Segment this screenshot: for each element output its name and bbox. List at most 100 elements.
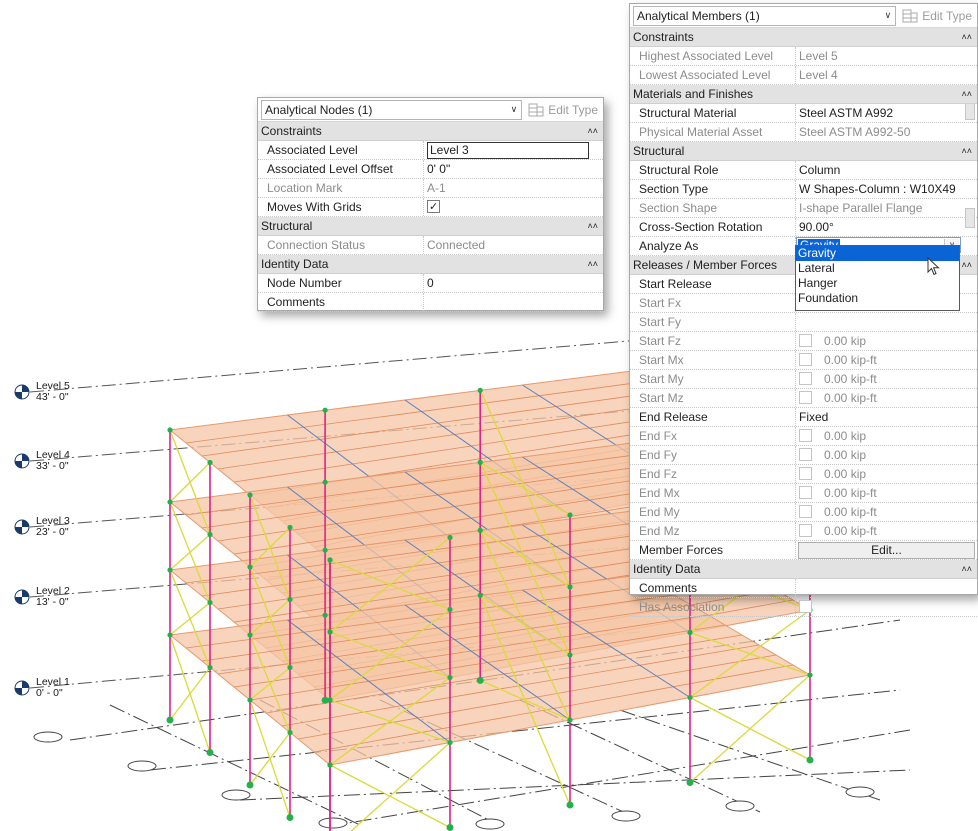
row-section-type[interactable]: Section Type W Shapes-Column : W10X49 bbox=[630, 180, 977, 199]
section-title: Constraints bbox=[633, 30, 694, 44]
option-hanger[interactable]: Hanger bbox=[796, 276, 959, 291]
level-head-fill bbox=[15, 688, 22, 695]
node-marker bbox=[247, 632, 253, 638]
cross-section-rotation-value[interactable]: 90.00° bbox=[796, 218, 977, 236]
row-label: Comments bbox=[630, 579, 796, 597]
associated-level-value[interactable]: Level 3 bbox=[427, 142, 589, 159]
option-foundation[interactable]: Foundation bbox=[796, 291, 959, 306]
base-node bbox=[166, 716, 174, 724]
row-label: End Mx bbox=[630, 484, 796, 502]
node-marker bbox=[322, 612, 328, 618]
edit-type-button[interactable]: Edit Type bbox=[900, 8, 974, 24]
section-constraints[interactable]: Constraints ˄˄ bbox=[630, 28, 977, 47]
row-label: Comments bbox=[258, 293, 424, 311]
row-associated-level-offset[interactable]: Associated Level Offset 0' 0" bbox=[258, 160, 603, 179]
row-location-mark: Location Mark A-1 bbox=[258, 179, 603, 198]
row-label: Start Fx bbox=[630, 294, 796, 312]
start-fz-value: 0.00 kip bbox=[824, 334, 867, 348]
brace-line bbox=[169, 534, 211, 571]
type-selector[interactable]: Analytical Members (1) ∨ bbox=[633, 5, 897, 26]
type-selector-label: Analytical Nodes (1) bbox=[265, 102, 373, 117]
row-label: Structural Material bbox=[630, 104, 796, 122]
base-node bbox=[286, 814, 294, 821]
base-node bbox=[566, 801, 574, 809]
node-marker bbox=[477, 459, 483, 465]
level-elevation: 0' - 0" bbox=[36, 687, 63, 699]
section-structural[interactable]: Structural ˄˄ bbox=[630, 142, 977, 161]
end-mx-value: 0.00 kip-ft bbox=[824, 486, 877, 500]
end-fz-checkbox bbox=[799, 466, 812, 480]
row-member-forces[interactable]: Member Forces Edit... bbox=[630, 541, 977, 560]
section-constraints[interactable]: Constraints ˄˄ bbox=[258, 122, 603, 141]
section-identity-data[interactable]: Identity Data ˄˄ bbox=[258, 255, 603, 274]
row-moves-with-grids[interactable]: Moves With Grids ✓ bbox=[258, 198, 603, 217]
section-title: Identity Data bbox=[261, 257, 329, 271]
row-comments[interactable]: Comments bbox=[258, 293, 603, 312]
collapse-icon[interactable]: ˄˄ bbox=[587, 255, 598, 273]
node-marker bbox=[287, 729, 293, 736]
row-label: Section Shape bbox=[630, 199, 796, 217]
comments-field[interactable] bbox=[796, 579, 977, 597]
row-label: Start Fy bbox=[630, 313, 796, 331]
collapse-icon[interactable]: ˄˄ bbox=[961, 256, 972, 274]
row-associated-level[interactable]: Associated Level Level 3 bbox=[258, 141, 603, 160]
row-label: Connection Status bbox=[258, 236, 424, 254]
row-start-fy: Start Fy bbox=[630, 313, 977, 332]
start-mx-value: 0.00 kip-ft bbox=[824, 353, 877, 367]
end-fx-value: 0.00 kip bbox=[824, 429, 867, 443]
end-fy-checkbox bbox=[799, 447, 812, 461]
chevron-down-icon: ∨ bbox=[884, 10, 892, 20]
node-marker bbox=[247, 564, 253, 570]
collapse-icon[interactable]: ˄˄ bbox=[587, 217, 598, 235]
end-mz-checkbox bbox=[799, 523, 812, 537]
checkmark-icon: ✓ bbox=[429, 201, 439, 214]
row-label: Has Association bbox=[630, 598, 796, 616]
level-head-fill bbox=[22, 454, 29, 461]
node-marker bbox=[447, 534, 453, 541]
section-identity-data[interactable]: Identity Data ˄˄ bbox=[630, 560, 977, 579]
node-number-value[interactable]: 0 bbox=[424, 274, 603, 292]
end-fx-checkbox bbox=[799, 428, 812, 442]
row-comments[interactable]: Comments bbox=[630, 579, 977, 598]
associated-level-offset-value[interactable]: 0' 0" bbox=[424, 160, 603, 178]
section-type-value[interactable]: W Shapes-Column : W10X49 bbox=[796, 180, 977, 198]
section-materials-and-finishes[interactable]: Materials and Finishes ˄˄ bbox=[630, 85, 977, 104]
row-end-release[interactable]: End Release Fixed bbox=[630, 408, 977, 427]
edit-type-button[interactable]: Edit Type bbox=[526, 102, 600, 118]
level-head-fill bbox=[22, 590, 29, 597]
structural-material-value[interactable]: Steel ASTM A992 bbox=[796, 104, 977, 122]
collapse-icon[interactable]: ˄˄ bbox=[587, 122, 598, 140]
collapse-icon[interactable]: ˄˄ bbox=[961, 142, 972, 160]
lowest-level-value: Level 4 bbox=[799, 68, 838, 82]
associated-level-field[interactable]: Level 3 bbox=[424, 141, 603, 159]
row-start-my: Start My 0.00 kip-ft bbox=[630, 370, 977, 389]
row-end-fy: End Fy 0.00 kip bbox=[630, 446, 977, 465]
node-marker bbox=[477, 387, 483, 393]
type-selector[interactable]: Analytical Nodes (1) ∨ bbox=[261, 99, 523, 120]
section-structural[interactable]: Structural ˄˄ bbox=[258, 217, 603, 236]
row-node-number[interactable]: Node Number 0 bbox=[258, 274, 603, 293]
row-label: Highest Associated Level bbox=[630, 47, 796, 65]
comments-field[interactable] bbox=[424, 293, 603, 311]
collapse-icon[interactable]: ˄˄ bbox=[961, 560, 972, 578]
node-marker bbox=[287, 664, 293, 671]
level-head-fill bbox=[22, 520, 29, 527]
edit-type-label: Edit Type bbox=[548, 102, 598, 117]
end-release-value[interactable]: Fixed bbox=[796, 408, 977, 426]
row-structural-material[interactable]: Structural Material Steel ASTM A992 bbox=[630, 104, 977, 123]
row-end-mz: End Mz 0.00 kip-ft bbox=[630, 522, 977, 541]
section-shape-value: I-shape Parallel Flange bbox=[799, 201, 923, 215]
row-cross-section-rotation[interactable]: Cross-Section Rotation 90.00° bbox=[630, 218, 977, 237]
moves-with-grids-checkbox[interactable]: ✓ bbox=[427, 200, 440, 214]
row-structural-role[interactable]: Structural Role Column bbox=[630, 161, 977, 180]
member-forces-edit-button[interactable]: Edit... bbox=[798, 542, 975, 559]
collapse-icon[interactable]: ˄˄ bbox=[961, 85, 972, 103]
node-marker bbox=[447, 674, 453, 681]
row-start-mz: Start Mz 0.00 kip-ft bbox=[630, 389, 977, 408]
edit-type-label: Edit Type bbox=[922, 8, 972, 23]
row-lowest-associated-level: Lowest Associated Level Level 4 bbox=[630, 66, 977, 85]
end-fy-value: 0.00 kip bbox=[824, 448, 867, 462]
collapse-icon[interactable]: ˄˄ bbox=[961, 28, 972, 46]
structural-role-value[interactable]: Column bbox=[796, 161, 977, 179]
base-node bbox=[686, 779, 694, 786]
